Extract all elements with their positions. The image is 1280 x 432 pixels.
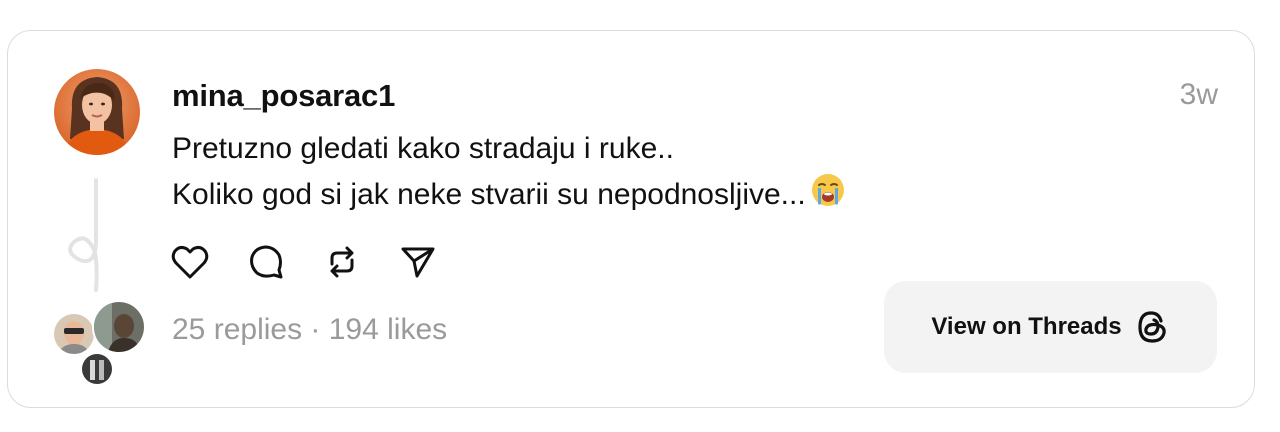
author-avatar[interactable]	[54, 69, 140, 155]
replier-avatar	[52, 312, 96, 356]
crying-face-emoji-icon	[810, 172, 846, 222]
post-text-line-2: Koliko god si jak neke stvarii su nepodn…	[172, 178, 806, 211]
view-on-threads-button[interactable]: View on Threads	[884, 281, 1217, 373]
post-text: Pretuzno gledati kako stradaju i ruke.. …	[172, 126, 846, 222]
post-actions-bar	[170, 242, 474, 282]
share-button[interactable]	[398, 242, 438, 282]
replier-avatars	[52, 300, 146, 386]
threads-logo-icon	[1138, 311, 1166, 343]
send-icon	[401, 247, 435, 278]
comment-icon	[250, 245, 283, 279]
author-username[interactable]: mina_posarac1	[172, 78, 395, 114]
repost-icon	[330, 246, 354, 278]
heart-icon	[171, 245, 209, 279]
view-on-threads-label: View on Threads	[931, 313, 1122, 340]
post-stats[interactable]: 25 replies · 194 likes	[172, 313, 447, 347]
thread-connector-line	[68, 178, 99, 292]
post-text-line-1: Pretuzno gledati kako stradaju i ruke..	[172, 132, 674, 165]
reply-button[interactable]	[246, 242, 286, 282]
like-button[interactable]	[170, 242, 210, 282]
repost-button[interactable]	[322, 242, 362, 282]
replier-avatar	[80, 352, 114, 386]
post-timestamp[interactable]: 3w	[1180, 78, 1218, 112]
replier-avatar	[92, 300, 146, 354]
